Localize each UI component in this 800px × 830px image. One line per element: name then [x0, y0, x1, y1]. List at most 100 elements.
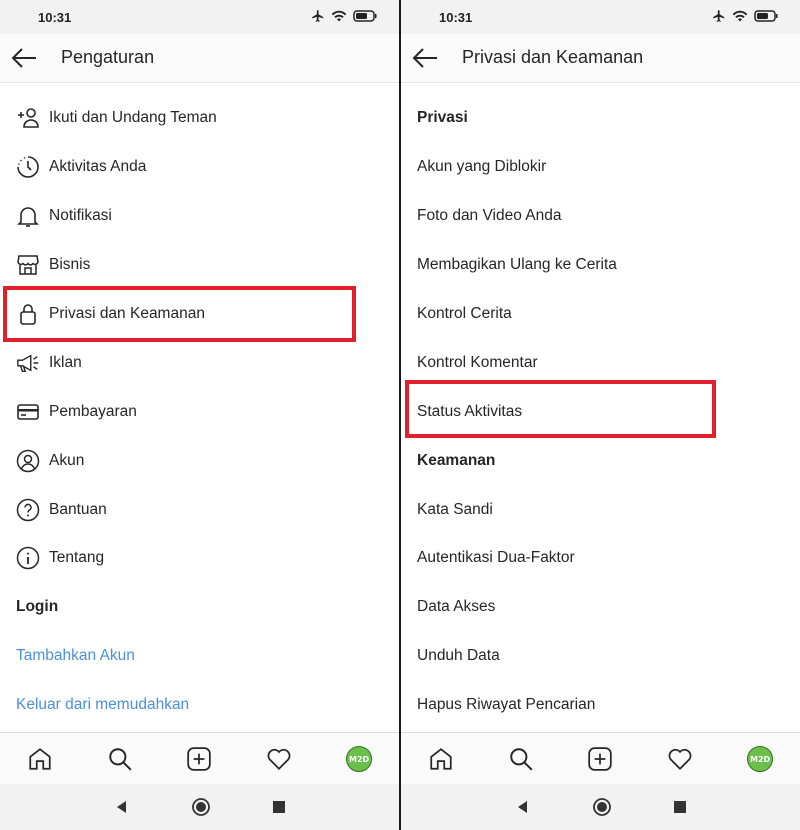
settings-item-label: Bantuan — [49, 500, 107, 518]
nav-home[interactable] — [421, 739, 461, 779]
home-circle-icon[interactable] — [191, 797, 211, 817]
info-icon — [16, 546, 40, 570]
settings-item-activity[interactable]: Aktivitas Anda — [0, 143, 399, 192]
home-circle-icon[interactable] — [592, 797, 612, 817]
settings-item-notifications[interactable]: Notifikasi — [0, 192, 399, 241]
settings-item-label: Akun — [49, 451, 85, 469]
bottom-nav: M2D — [0, 732, 399, 785]
account-icon — [16, 449, 40, 473]
security-item-download-data[interactable]: Unduh Data — [401, 632, 800, 681]
activity-clock-icon — [16, 155, 40, 179]
settings-item-help[interactable]: Bantuan — [0, 485, 399, 534]
security-item-password[interactable]: Kata Sandi — [401, 485, 800, 534]
settings-item-label: Bisnis — [49, 256, 91, 274]
battery-icon — [754, 10, 778, 22]
security-item-label: Kata Sandi — [417, 500, 493, 518]
heart-icon — [267, 748, 291, 770]
section-header-label: Keamanan — [417, 451, 496, 469]
back-triangle-icon[interactable] — [115, 800, 129, 814]
settings-screen: 10:31 Pengaturan Ikuti dan Undang Teman … — [0, 0, 399, 830]
status-bar: 10:31 — [0, 0, 399, 34]
logout-link[interactable]: Keluar dari memudahkan — [0, 681, 399, 730]
airplane-icon — [312, 10, 324, 22]
status-time: 10:31 — [439, 10, 473, 25]
settings-item-account[interactable]: Akun — [0, 436, 399, 485]
highlight-box — [405, 380, 716, 438]
security-item-clear-search-history[interactable]: Hapus Riwayat Pencarian — [401, 681, 800, 730]
status-bar: 10:31 — [401, 0, 800, 34]
add-post-icon — [187, 747, 212, 771]
section-header-login: Login — [0, 583, 399, 632]
section-header-security: Keamanan — [401, 436, 800, 485]
nav-activity[interactable] — [660, 739, 700, 779]
wifi-icon — [331, 10, 347, 22]
status-time: 10:31 — [38, 10, 72, 25]
add-post-icon — [588, 747, 613, 771]
privacy-item-label: Membagikan Ulang ke Cerita — [417, 256, 617, 274]
privacy-item-label: Kontrol Cerita — [417, 305, 512, 322]
nav-profile[interactable]: M2D — [740, 739, 780, 779]
bottom-nav: M2D — [401, 732, 800, 785]
back-arrow-icon[interactable] — [411, 46, 439, 70]
app-bar: Privasi dan Keamanan — [401, 34, 800, 83]
add-account-link[interactable]: Tambahkan Akun — [0, 632, 399, 681]
privacy-item-label: Foto dan Video Anda — [417, 207, 562, 225]
settings-item-follow-invite[interactable]: Ikuti dan Undang Teman — [0, 94, 399, 143]
privacy-item-label: Kontrol Komentar — [417, 353, 538, 371]
privacy-item-photos-videos[interactable]: Foto dan Video Anda — [401, 192, 800, 241]
settings-item-label: Iklan — [49, 353, 82, 371]
nav-activity[interactable] — [259, 739, 299, 779]
security-item-two-factor[interactable]: Autentikasi Dua-Faktor — [401, 534, 800, 583]
settings-list: Ikuti dan Undang Teman Aktivitas Anda No… — [0, 94, 399, 730]
avatar: M2D — [346, 746, 373, 772]
security-item-label: Data Akses — [417, 598, 496, 616]
add-person-icon — [16, 106, 40, 130]
home-icon — [29, 748, 51, 770]
settings-item-label: Notifikasi — [49, 207, 112, 225]
nav-create[interactable] — [179, 739, 219, 779]
section-header-privacy: Privasi — [401, 94, 800, 143]
megaphone-icon — [16, 351, 40, 375]
heart-icon — [668, 748, 692, 770]
settings-item-business[interactable]: Bisnis — [0, 241, 399, 290]
settings-item-label: Tentang — [49, 549, 105, 567]
avatar: M2D — [747, 746, 774, 772]
settings-item-payments[interactable]: Pembayaran — [0, 387, 399, 436]
back-arrow-icon[interactable] — [10, 46, 38, 70]
privacy-item-story-controls[interactable]: Kontrol Cerita — [401, 290, 800, 339]
nav-search[interactable] — [100, 739, 140, 779]
page-title: Pengaturan — [61, 47, 155, 67]
battery-icon — [353, 10, 377, 22]
back-triangle-icon[interactable] — [516, 800, 530, 814]
recents-square-icon[interactable] — [673, 801, 686, 813]
settings-item-about[interactable]: Tentang — [0, 534, 399, 583]
privacy-item-reshare-story[interactable]: Membagikan Ulang ke Cerita — [401, 241, 800, 290]
page-title: Privasi dan Keamanan — [462, 47, 644, 67]
security-item-label: Autentikasi Dua-Faktor — [417, 549, 575, 567]
security-item-access-data[interactable]: Data Akses — [401, 583, 800, 632]
help-icon — [16, 498, 40, 522]
privacy-item-blocked-accounts[interactable]: Akun yang Diblokir — [401, 143, 800, 192]
security-item-label: Unduh Data — [417, 647, 500, 665]
airplane-icon — [713, 10, 725, 22]
system-nav-bar — [401, 784, 800, 830]
link-label: Tambahkan Akun — [16, 647, 135, 665]
wifi-icon — [732, 10, 748, 22]
nav-search[interactable] — [501, 739, 541, 779]
nav-profile[interactable]: M2D — [339, 739, 379, 779]
section-header-label: Login — [16, 598, 59, 616]
search-icon — [108, 748, 132, 771]
app-bar: Pengaturan — [0, 34, 399, 83]
nav-home[interactable] — [20, 739, 60, 779]
link-label: Keluar dari memudahkan — [16, 696, 190, 714]
settings-item-label: Aktivitas Anda — [49, 158, 147, 176]
nav-create[interactable] — [580, 739, 620, 779]
privacy-security-screen: 10:31 Privasi dan Keamanan Privasi Akun … — [401, 0, 800, 830]
shop-icon — [16, 253, 40, 277]
bell-icon — [16, 204, 40, 228]
highlight-box — [3, 286, 356, 342]
settings-item-ads[interactable]: Iklan — [0, 338, 399, 387]
system-nav-bar — [0, 784, 399, 830]
recents-square-icon[interactable] — [272, 801, 285, 813]
home-icon — [430, 748, 452, 770]
